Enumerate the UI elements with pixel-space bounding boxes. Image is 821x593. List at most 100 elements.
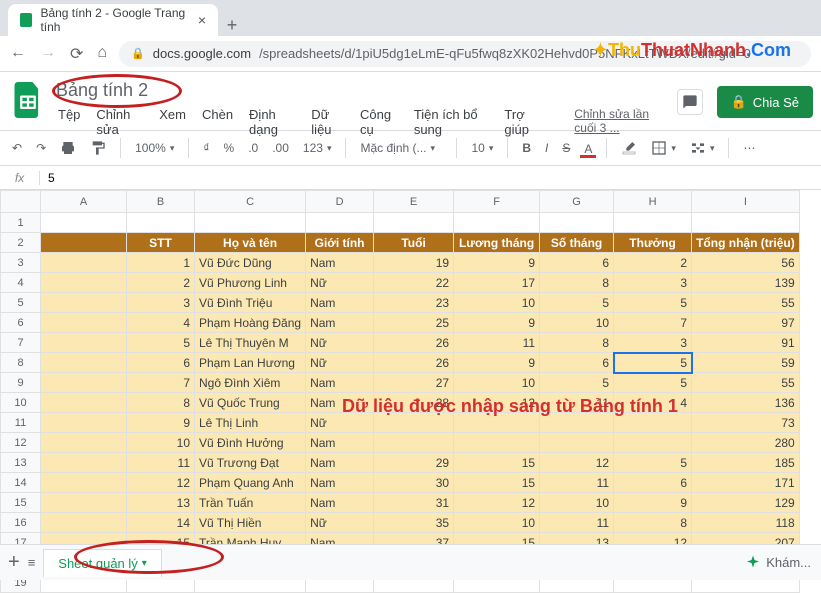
cell[interactable]: 5 xyxy=(127,333,195,353)
reload-icon[interactable]: ⟳ xyxy=(70,44,83,64)
menu-addons[interactable]: Tiện ích bổ sung xyxy=(408,105,495,139)
cell[interactable]: Nam xyxy=(306,453,374,473)
cell[interactable]: 11 xyxy=(540,473,614,493)
col-header[interactable]: I xyxy=(692,191,800,213)
row-header[interactable]: 8 xyxy=(1,353,41,373)
cell[interactable]: 5 xyxy=(540,293,614,313)
cell[interactable]: 5 xyxy=(614,453,692,473)
cell[interactable]: 30 xyxy=(374,473,454,493)
cell[interactable]: 3 xyxy=(614,273,692,293)
cell[interactable]: Nam xyxy=(306,373,374,393)
col-header[interactable]: B xyxy=(127,191,195,213)
cell[interactable]: 11 xyxy=(454,333,540,353)
table-header-cell[interactable]: Số tháng xyxy=(540,233,614,253)
doc-title[interactable]: Bảng tính 2 xyxy=(52,78,677,103)
cell[interactable]: Phạm Quang Anh xyxy=(195,473,306,493)
cell[interactable]: Nam xyxy=(306,493,374,513)
cell[interactable]: 2 xyxy=(127,273,195,293)
back-icon[interactable]: ← xyxy=(10,44,26,64)
menu-view[interactable]: Xem xyxy=(153,105,192,139)
row-header[interactable]: 12 xyxy=(1,433,41,453)
italic-button[interactable]: I xyxy=(541,137,552,159)
cell[interactable]: 2 xyxy=(614,253,692,273)
add-sheet-button[interactable]: + xyxy=(8,551,20,574)
cell[interactable]: Vũ Quốc Trung xyxy=(195,393,306,413)
cell[interactable]: 9 xyxy=(127,413,195,433)
cell[interactable]: 6 xyxy=(540,253,614,273)
browser-tab[interactable]: Bảng tính 2 - Google Trang tính × xyxy=(8,4,218,36)
menu-format[interactable]: Định dạng xyxy=(243,105,301,139)
text-color-button[interactable]: A xyxy=(580,139,596,158)
cell[interactable] xyxy=(374,213,454,233)
cell[interactable]: 3 xyxy=(614,333,692,353)
format-currency-icon[interactable]: ₫ xyxy=(199,137,213,159)
cell[interactable] xyxy=(692,213,800,233)
cell[interactable]: 8 xyxy=(614,513,692,533)
cell[interactable]: 5 xyxy=(614,373,692,393)
row-header[interactable]: 15 xyxy=(1,493,41,513)
table-header-cell[interactable]: Giới tính xyxy=(306,233,374,253)
zoom-select[interactable]: 100% xyxy=(131,137,178,159)
cell[interactable]: Vũ Trương Đạt xyxy=(195,453,306,473)
cell[interactable]: Ngô Đình Xiêm xyxy=(195,373,306,393)
cell[interactable]: Vũ Thị Hiền xyxy=(195,513,306,533)
paint-format-icon[interactable] xyxy=(86,136,110,160)
cell[interactable]: Nam xyxy=(306,253,374,273)
cell[interactable]: 12 xyxy=(540,453,614,473)
cell[interactable]: 136 xyxy=(692,393,800,413)
table-header-cell[interactable]: Lương tháng xyxy=(454,233,540,253)
close-tab-icon[interactable]: × xyxy=(198,12,206,28)
cell[interactable]: 14 xyxy=(127,513,195,533)
more-toolbar-icon[interactable]: ⋯ xyxy=(739,137,759,159)
col-header[interactable]: E xyxy=(374,191,454,213)
cell[interactable]: Nữ xyxy=(306,413,374,433)
cell[interactable]: 15 xyxy=(454,453,540,473)
cell[interactable] xyxy=(195,213,306,233)
bold-button[interactable]: B xyxy=(518,137,535,159)
spreadsheet-grid[interactable]: ABCDEFGHI12STTHọ và tênGiới tínhTuổiLươn… xyxy=(0,190,821,593)
number-format-select[interactable]: 123 xyxy=(299,137,336,159)
cell[interactable]: 9 xyxy=(454,313,540,333)
cell[interactable]: 26 xyxy=(374,333,454,353)
dec-decimal-icon[interactable]: .0 xyxy=(244,137,262,159)
col-header[interactable]: G xyxy=(540,191,614,213)
cell[interactable] xyxy=(540,413,614,433)
row-header[interactable]: 5 xyxy=(1,293,41,313)
formula-input[interactable]: 5 xyxy=(40,171,55,185)
cell[interactable]: Nữ xyxy=(306,273,374,293)
row-header[interactable]: 6 xyxy=(1,313,41,333)
cell[interactable] xyxy=(540,433,614,453)
row-header[interactable]: 9 xyxy=(1,373,41,393)
cell[interactable]: 10 xyxy=(540,313,614,333)
cell[interactable]: 12 xyxy=(454,393,540,413)
cell[interactable]: 55 xyxy=(692,373,800,393)
redo-icon[interactable]: ↷ xyxy=(32,137,50,159)
menu-data[interactable]: Dữ liệu xyxy=(305,105,350,139)
row-header[interactable]: 11 xyxy=(1,413,41,433)
cell[interactable]: 9 xyxy=(454,253,540,273)
cell[interactable]: Vũ Đức Dũng xyxy=(195,253,306,273)
row-header[interactable]: 4 xyxy=(1,273,41,293)
table-header-cell[interactable]: STT xyxy=(127,233,195,253)
fill-color-button[interactable] xyxy=(617,136,641,160)
cell[interactable]: Nam xyxy=(306,433,374,453)
col-header[interactable]: C xyxy=(195,191,306,213)
cell[interactable]: 28 xyxy=(374,393,454,413)
inc-decimal-icon[interactable]: .00 xyxy=(268,137,293,159)
cell[interactable]: Nữ xyxy=(306,333,374,353)
row-header[interactable]: 16 xyxy=(1,513,41,533)
menu-file[interactable]: Tệp xyxy=(52,105,86,139)
cell[interactable]: 31 xyxy=(374,493,454,513)
cell[interactable]: 11 xyxy=(540,513,614,533)
cell[interactable]: 13 xyxy=(127,493,195,513)
cell[interactable] xyxy=(306,213,374,233)
cell[interactable]: 56 xyxy=(692,253,800,273)
share-button[interactable]: 🔒 Chia Sẻ xyxy=(717,86,813,118)
cell[interactable] xyxy=(614,413,692,433)
cell[interactable] xyxy=(614,213,692,233)
cell[interactable]: 10 xyxy=(454,293,540,313)
cell[interactable]: Nam xyxy=(306,473,374,493)
cell[interactable] xyxy=(454,213,540,233)
row-header[interactable]: 2 xyxy=(1,233,41,253)
cell[interactable]: 73 xyxy=(692,413,800,433)
